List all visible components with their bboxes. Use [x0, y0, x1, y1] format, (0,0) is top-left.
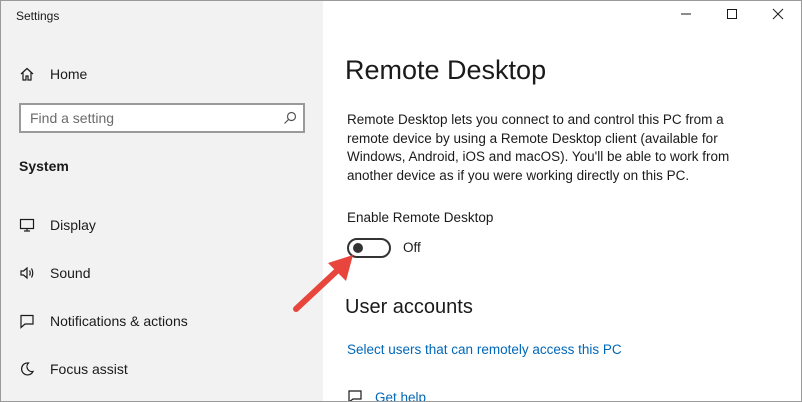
help-icon: [347, 388, 363, 401]
display-icon: [19, 217, 35, 233]
sidebar: Settings Home System: [1, 1, 323, 401]
settings-window: Settings Home System: [0, 0, 802, 402]
arrow-icon: [293, 255, 353, 312]
sidebar-item-focus-assist[interactable]: Focus assist: [1, 351, 323, 387]
sidebar-item-display[interactable]: Display: [1, 207, 323, 243]
page-title: Remote Desktop: [345, 55, 547, 85]
sidebar-item-sound[interactable]: Sound: [1, 255, 323, 291]
sidebar-item-label: Display: [50, 217, 96, 233]
search-icon[interactable]: [283, 111, 297, 125]
main-content: Remote Desktop Remote Desktop lets you c…: [323, 1, 801, 401]
toggle-state-text: Off: [403, 240, 421, 255]
help-label: Get help: [375, 389, 427, 402]
sidebar-item-label: Notifications & actions: [50, 313, 188, 329]
sidebar-item-home[interactable]: Home: [1, 56, 323, 92]
home-icon: [19, 66, 35, 82]
sidebar-item-label: Home: [50, 66, 88, 82]
search-input[interactable]: [30, 110, 270, 126]
select-users-link[interactable]: Select users that can remotely access th…: [347, 342, 622, 357]
search-field[interactable]: [19, 103, 305, 133]
app-title: Settings: [16, 9, 60, 23]
sidebar-item-label: Sound: [50, 265, 91, 281]
toggle-label: Enable Remote Desktop: [347, 210, 494, 225]
sound-icon: [19, 265, 35, 281]
notifications-icon: [19, 313, 35, 329]
section-title: System: [19, 158, 69, 174]
get-help-link[interactable]: Get help: [347, 387, 427, 402]
sidebar-item-label: Focus assist: [50, 361, 128, 377]
sidebar-item-notifications[interactable]: Notifications & actions: [1, 303, 323, 339]
focus-assist-icon: [19, 361, 35, 377]
description-text: Remote Desktop lets you connect to and c…: [347, 112, 730, 183]
